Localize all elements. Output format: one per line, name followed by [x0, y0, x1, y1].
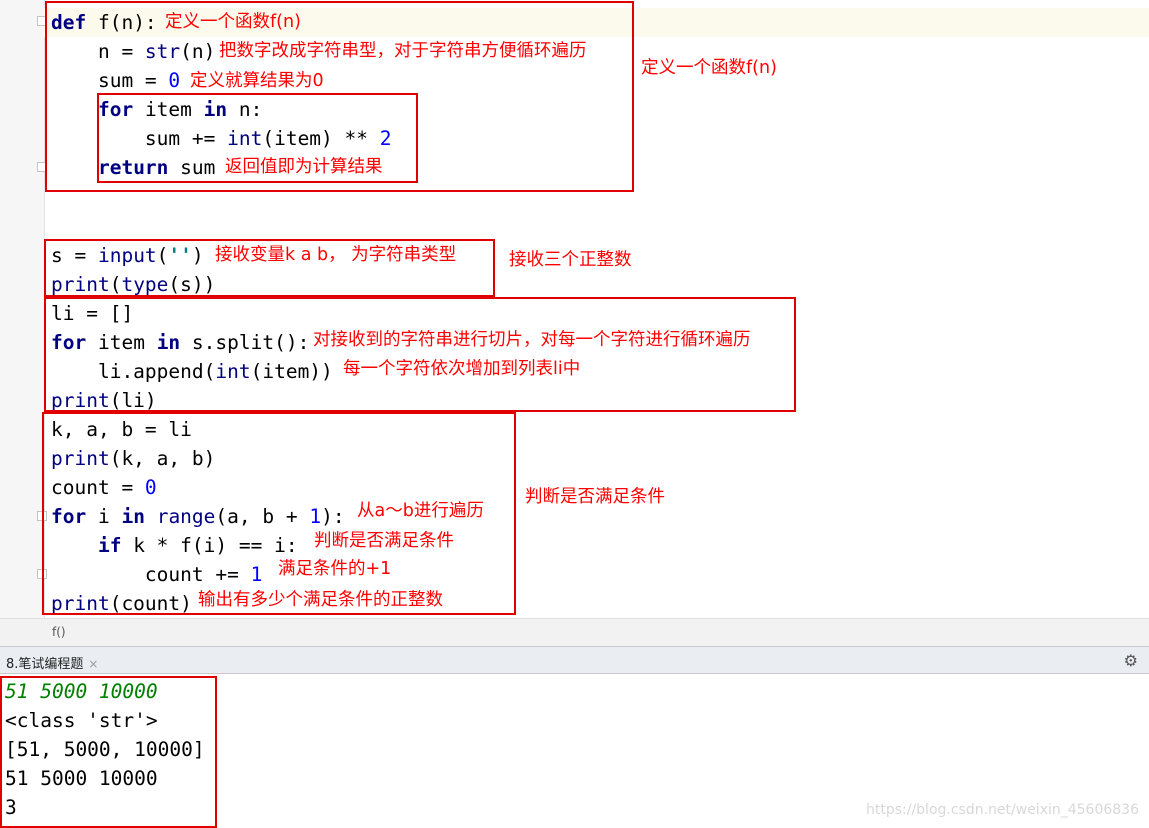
annotation-text: 输出有多少个满足条件的正整数 — [198, 590, 443, 610]
annotation-box-output — [0, 676, 217, 828]
annotation-text: 每一个字符依次增加到列表li中 — [343, 359, 581, 379]
gear-icon[interactable]: ⚙ — [1124, 651, 1138, 670]
watermark-text: https://blog.csdn.net/weixin_45606836 — [865, 802, 1139, 818]
annotation-text: 定义一个函数f(n) — [641, 58, 777, 78]
editor-gutter — [0, 0, 45, 618]
annotation-text: 返回值即为计算结果 — [225, 157, 383, 177]
run-panel-header: 8.笔试编程题 × ⚙ — [0, 646, 1149, 674]
run-tab-label: 8.笔试编程题 — [6, 657, 84, 672]
breadcrumb-item[interactable]: f() — [52, 625, 66, 639]
annotation-text: 定义就算结果为0 — [190, 71, 324, 91]
annotation-box-split — [44, 297, 796, 412]
annotation-text: 把数字改成字符串型，对于字符串方便循环遍历 — [219, 41, 587, 61]
annotation-text: 接收变量k a b， 为字符串类型 — [215, 245, 457, 265]
annotation-text: 接收三个正整数 — [509, 250, 632, 270]
run-tab[interactable]: 8.笔试编程题 × — [6, 653, 98, 672]
run-console[interactable]: 51 5000 10000 <class 'str'> [51, 5000, 1… — [0, 674, 1149, 828]
annotation-text: 定义一个函数f(n) — [165, 12, 301, 32]
annotation-text: 判断是否满足条件 — [525, 487, 665, 507]
annotation-text: 满足条件的+1 — [278, 559, 392, 579]
code-editor[interactable]: def f(n): n = str(n) sum = 0 for item in… — [0, 0, 1149, 618]
annotation-text: 对接收到的字符串进行切片，对每一个字符进行循环遍历 — [313, 330, 751, 350]
annotation-text: 从a～b进行遍历 — [357, 501, 484, 521]
close-icon[interactable]: × — [88, 657, 98, 671]
breadcrumb[interactable]: f() — [0, 618, 1149, 647]
annotation-text: 判断是否满足条件 — [314, 531, 454, 551]
